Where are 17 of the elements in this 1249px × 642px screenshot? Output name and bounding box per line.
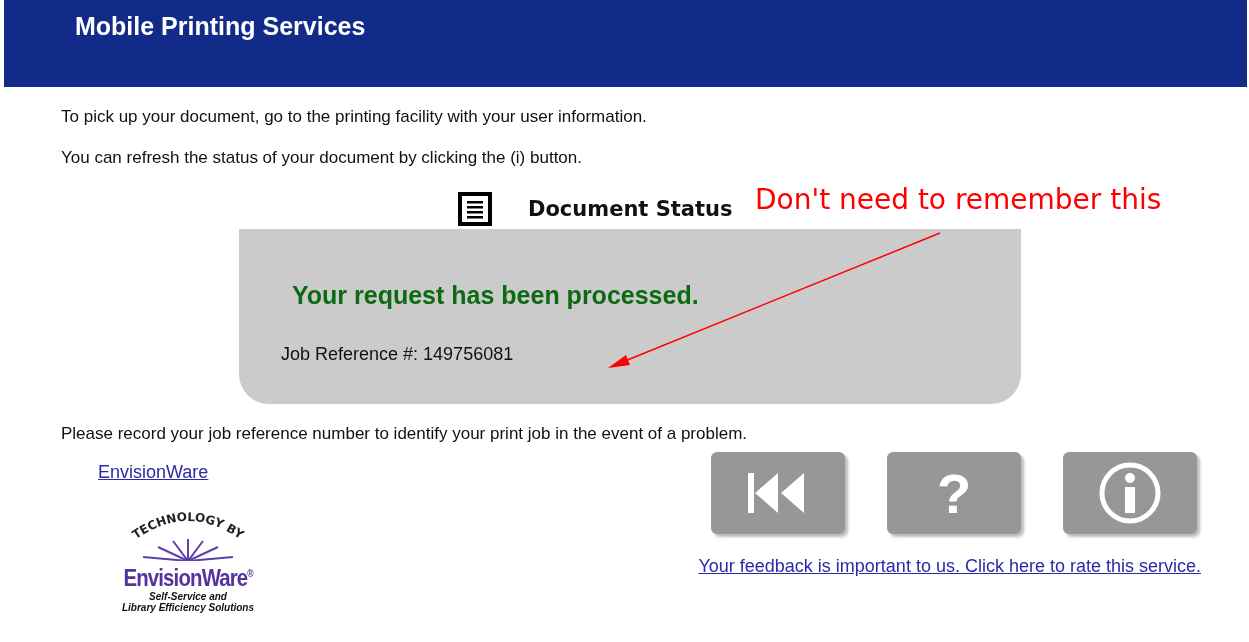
logo-brand: EnvisionWare$^{®}$ bbox=[123, 563, 253, 591]
document-icon bbox=[458, 192, 492, 226]
page-title: Mobile Printing Services bbox=[75, 12, 366, 41]
feedback-link[interactable]: Your feedback is important to us. Click here to rate this service. bbox=[698, 556, 1201, 577]
logo-tagline: Library Efficiency Solutions bbox=[121, 602, 255, 613]
logo-tagline: Self-Service and bbox=[149, 591, 227, 602]
back-button[interactable] bbox=[711, 452, 845, 534]
status-message: Your request has been processed. bbox=[292, 281, 699, 310]
envisionware-link[interactable]: EnvisionWare bbox=[98, 462, 209, 483]
info-button[interactable] bbox=[1063, 452, 1197, 534]
info-icon bbox=[1098, 461, 1162, 525]
instruction-text: To pick up your document, go to the printing facility with your user information. bbox=[61, 107, 648, 127]
status-heading: Document Status bbox=[528, 197, 733, 221]
job-reference: Job Reference #: 149756081 bbox=[281, 344, 514, 365]
note-text: Please record your job reference number to identify your print job in the event of a problem. bbox=[61, 424, 749, 444]
annotation-text: Don't need to remember this bbox=[755, 183, 1162, 216]
instruction-text: You can refresh the status of your document by clicking the (i) button. bbox=[61, 148, 583, 168]
